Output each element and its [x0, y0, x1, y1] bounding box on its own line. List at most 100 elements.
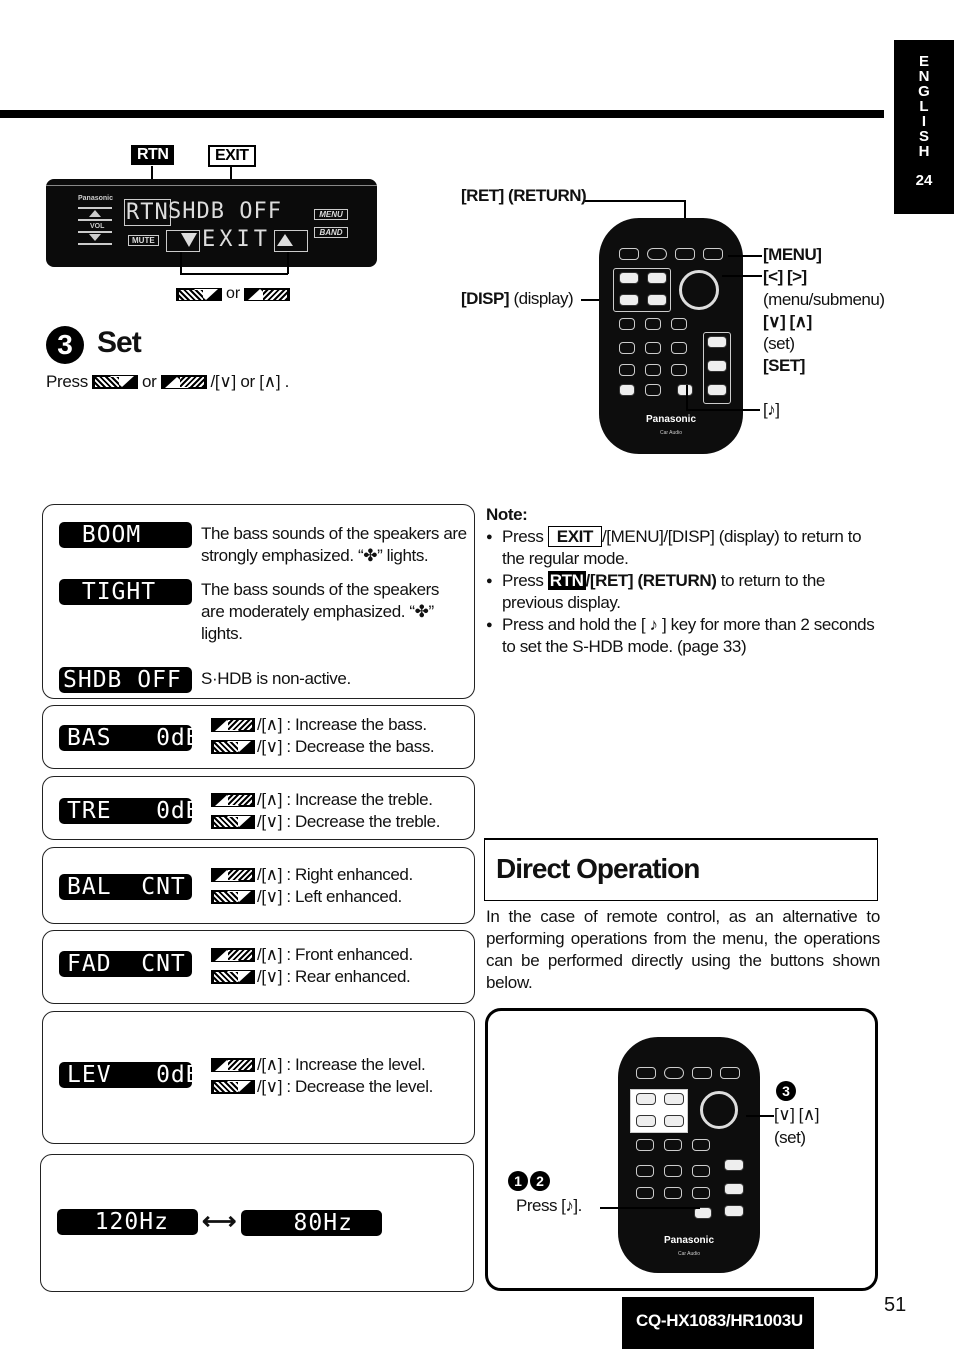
lcd-120hz: 120Hz — [57, 1209, 198, 1235]
up-arrow-icon — [277, 234, 293, 246]
treble-down-desc: /[∨] : Decrease the treble. — [257, 812, 441, 831]
remote-key-menu[interactable] — [703, 248, 723, 260]
lcd-balance: BAL CNT — [59, 874, 192, 900]
down-leader — [180, 252, 182, 274]
direct-operation-body: In the case of remote control, as an alt… — [486, 907, 880, 992]
remote-key-band[interactable] — [647, 248, 667, 260]
top-rule — [0, 110, 884, 118]
remote-key-vol-up[interactable] — [707, 336, 727, 348]
remote-joystick[interactable] — [679, 270, 719, 310]
lang-letter: E — [918, 53, 929, 70]
remote-key-sw[interactable] — [664, 1115, 684, 1127]
remote-key-3[interactable] — [671, 318, 687, 330]
lcd-boom: BOOM — [59, 522, 192, 548]
remote-key-menu[interactable] — [720, 1067, 740, 1079]
menu-button[interactable]: MENU — [314, 209, 348, 220]
remote-key-5[interactable] — [664, 1165, 682, 1177]
remote-key-5[interactable] — [645, 342, 661, 354]
remote-key-vol-up[interactable] — [724, 1159, 744, 1171]
remote-key-power[interactable] — [636, 1067, 656, 1079]
remote-key-disp[interactable] — [619, 294, 639, 306]
ret-leader — [585, 200, 685, 202]
ud-label: [∨] [∧] — [763, 312, 812, 331]
remote-key-power[interactable] — [619, 248, 639, 260]
lang-letter: S — [918, 128, 929, 145]
remote-key-3[interactable] — [692, 1139, 710, 1151]
remote-key-2[interactable] — [664, 1139, 682, 1151]
lang-letter: G — [918, 83, 930, 100]
note-list: Press EXIT/[MENU]/[DISP] (display) to re… — [486, 526, 881, 658]
disp-bold: [DISP] — [461, 289, 510, 308]
remote-key-mute[interactable] — [724, 1205, 744, 1217]
balance-up-desc: /[∧] : Right enhanced. — [257, 865, 413, 884]
treble-panel: TRE 0dB /[∧] : Increase the treble. /[∨]… — [42, 776, 475, 840]
vol-down-button[interactable] — [78, 231, 112, 245]
remote-joystick[interactable] — [700, 1091, 738, 1129]
remote-key-7[interactable] — [636, 1187, 654, 1199]
remote-key-8[interactable] — [664, 1187, 682, 1199]
remote-key-9[interactable] — [671, 364, 687, 376]
remote-key-vol-down[interactable] — [707, 360, 727, 372]
lr-desc: (menu/submenu) — [763, 290, 885, 309]
remote-key-1[interactable] — [636, 1139, 654, 1151]
fader-panel: FAD CNT /[∧] : Front enhanced. /[∨] : Re… — [42, 930, 475, 1004]
set-leader — [746, 1115, 774, 1117]
note-item: Press EXIT/[MENU]/[DISP] (display) to re… — [486, 526, 881, 570]
shdb-off-desc: S·HDB is non-active. — [201, 669, 351, 688]
lcd-down-button[interactable] — [166, 230, 200, 252]
remote-key-note[interactable] — [677, 384, 693, 396]
remote-key-4[interactable] — [619, 342, 635, 354]
remote-key-note[interactable] — [694, 1207, 712, 1219]
set-label: [SET] — [763, 356, 805, 375]
remote-key-ret[interactable] — [675, 248, 695, 260]
up-button-icon — [211, 793, 255, 807]
down-button-icon — [211, 815, 255, 829]
fader-controls: /[∧] : Front enhanced. /[∨] : Rear enhan… — [211, 944, 413, 988]
ret-key: /[RET] (RETURN) — [585, 571, 717, 590]
tight-desc: The bass sounds of the speakers are mode… — [201, 580, 440, 643]
remote-key-sel[interactable] — [664, 1093, 684, 1105]
lcd-up-button[interactable] — [274, 230, 308, 252]
treble-up-desc: /[∧] : Increase the treble. — [257, 790, 433, 809]
remote-key-9[interactable] — [692, 1187, 710, 1199]
or-text: or — [141, 372, 157, 391]
vol-label: VOL — [90, 223, 105, 230]
remote-key-sw[interactable] — [647, 294, 667, 306]
lcd-rtn[interactable]: RTN — [124, 199, 171, 226]
rtn-tag: RTN — [131, 145, 175, 165]
remote-key-a[interactable] — [619, 384, 635, 396]
remote-key-sel[interactable] — [647, 272, 667, 284]
lcd-exit[interactable]: EXIT — [202, 227, 271, 252]
vol-up-button[interactable] — [78, 207, 112, 221]
remote-key-8[interactable] — [645, 364, 661, 376]
balance-panel: BAL CNT /[∧] : Right enhanced. /[∨] : Le… — [42, 847, 475, 924]
remote-key-band[interactable] — [664, 1067, 684, 1079]
remote-key-6[interactable] — [692, 1165, 710, 1177]
remote-key-7[interactable] — [619, 364, 635, 376]
remote-key-4[interactable] — [636, 1165, 654, 1177]
down-button-icon — [91, 375, 138, 389]
up-button-icon — [244, 287, 291, 301]
remote-key-6[interactable] — [671, 342, 687, 354]
remote-key-tel[interactable] — [619, 272, 639, 284]
bass-down-desc: /[∨] : Decrease the bass. — [257, 737, 435, 756]
bracket-leader — [180, 273, 288, 275]
language-tab: E N G L I S H 24 — [894, 40, 954, 214]
model-number: CQ-HX1083/HR1003U — [622, 1297, 814, 1349]
remote-key-ret[interactable] — [692, 1067, 712, 1079]
remote-key-1[interactable] — [619, 318, 635, 330]
note-leader-v — [686, 385, 688, 409]
or-text: or — [226, 285, 241, 302]
band-button[interactable]: BAND — [314, 227, 348, 238]
remote-key-vol-down[interactable] — [724, 1183, 744, 1195]
ud-desc: (set) — [763, 334, 795, 353]
remote-key-tel[interactable] — [636, 1093, 656, 1105]
up-button-icon — [211, 868, 255, 882]
ret-label: [RET] (RETURN) — [461, 186, 587, 205]
remote-key-disp[interactable] — [636, 1115, 656, 1127]
remote-brand: Panasonic — [663, 1235, 715, 1246]
remote-key-mute[interactable] — [707, 384, 727, 396]
remote-key-0[interactable] — [645, 384, 661, 396]
note-text: Press — [502, 527, 548, 546]
remote-key-2[interactable] — [645, 318, 661, 330]
